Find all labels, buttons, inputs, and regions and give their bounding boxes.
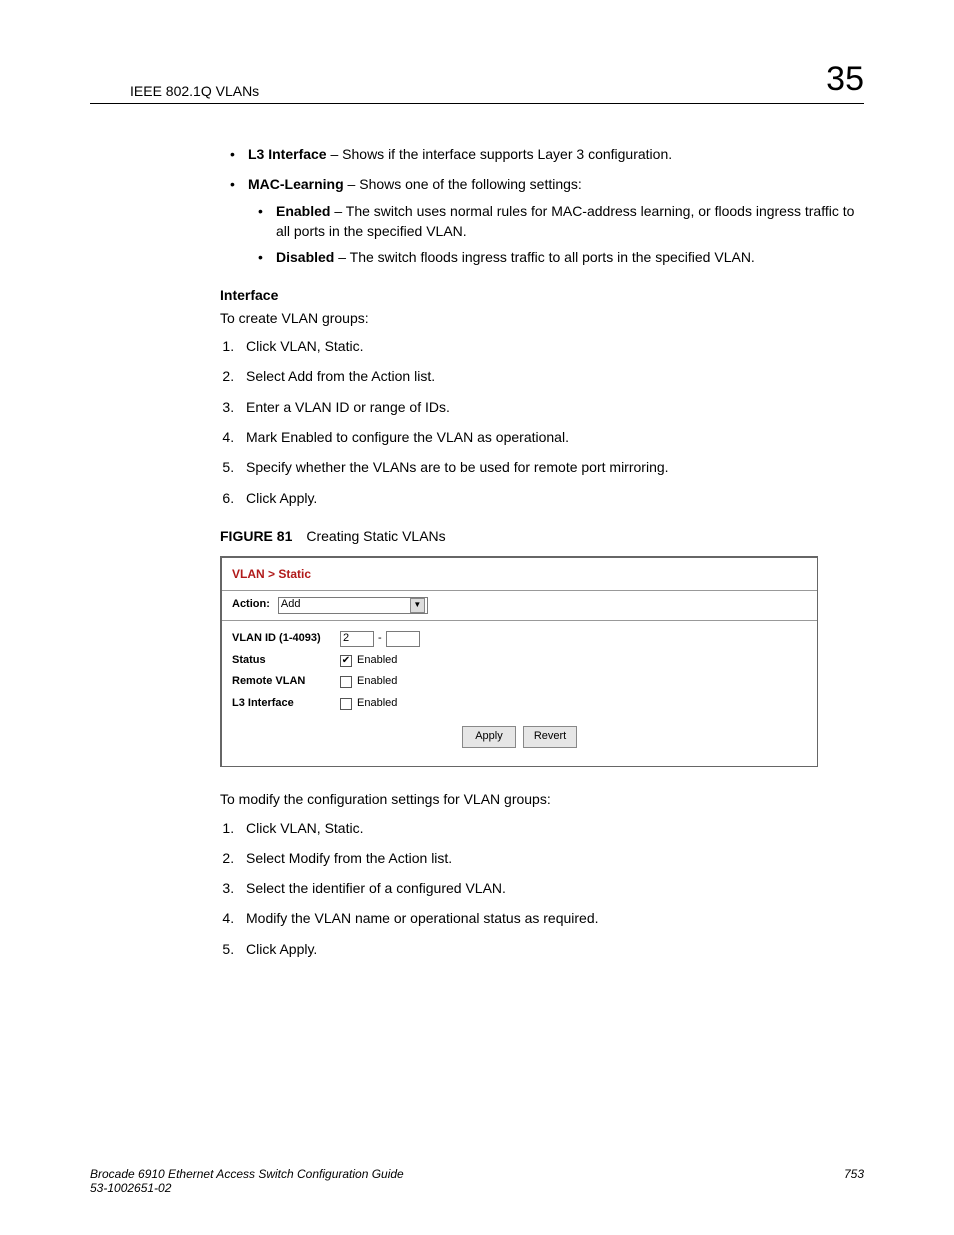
page-footer: Brocade 6910 Ethernet Access Switch Conf… [90, 1167, 864, 1195]
l3-checkbox[interactable] [340, 698, 352, 710]
desc: – Shows one of the following settings: [344, 176, 582, 192]
term: Enabled [276, 203, 330, 219]
page-header: IEEE 802.1Q VLANs 35 [90, 60, 864, 104]
step: Select the identifier of a configured VL… [238, 878, 864, 898]
interface-heading: Interface [220, 285, 864, 305]
figure-number: FIGURE 81 [220, 528, 292, 544]
action-row: Action: Add ▼ [222, 591, 817, 621]
figure-caption: FIGURE 81 Creating Static VLANs [220, 526, 864, 546]
desc: – The switch uses normal rules for MAC-a… [276, 203, 854, 239]
modify-steps: Click VLAN, Static. Select Modify from t… [220, 818, 864, 959]
apply-button[interactable]: Apply [462, 726, 516, 748]
fig-body: VLAN ID (1-4093) 2 - Status ✔ Enabled Re… [222, 621, 817, 767]
term: MAC-Learning [248, 176, 344, 192]
footer-docnum: 53-1002651-02 [90, 1181, 404, 1195]
footer-page: 753 [844, 1167, 864, 1195]
l3-enabled-text: Enabled [357, 696, 397, 712]
interface-intro: To create VLAN groups: [220, 308, 864, 328]
step: Click Apply. [238, 939, 864, 959]
remote-enabled-text: Enabled [357, 674, 397, 690]
list-item: Disabled – The switch floods ingress tra… [248, 247, 864, 267]
chapter-number: 35 [826, 60, 864, 99]
param-list: L3 Interface – Shows if the interface su… [220, 144, 864, 267]
desc: – Shows if the interface supports Layer … [327, 146, 673, 162]
range-dash: - [378, 631, 382, 647]
desc: – The switch floods ingress traffic to a… [334, 249, 754, 265]
term: L3 Interface [248, 146, 327, 162]
step: Modify the VLAN name or operational stat… [238, 908, 864, 928]
l3-label: L3 Interface [232, 696, 340, 712]
list-item: Enabled – The switch uses normal rules f… [248, 201, 864, 242]
remote-vlan-checkbox[interactable] [340, 676, 352, 688]
status-enabled-text: Enabled [357, 653, 397, 669]
list-item: L3 Interface – Shows if the interface su… [220, 144, 864, 164]
status-label: Status [232, 653, 340, 669]
create-steps: Click VLAN, Static. Select Add from the … [220, 336, 864, 508]
step: Enter a VLAN ID or range of IDs. [238, 397, 864, 417]
step: Click VLAN, Static. [238, 818, 864, 838]
step: Select Modify from the Action list. [238, 848, 864, 868]
action-value: Add [281, 597, 301, 613]
footer-book: Brocade 6910 Ethernet Access Switch Conf… [90, 1167, 404, 1181]
term: Disabled [276, 249, 334, 265]
fig-breadcrumb: VLAN > Static [222, 558, 817, 590]
vlan-id-from-input[interactable]: 2 [340, 631, 374, 647]
step: Click VLAN, Static. [238, 336, 864, 356]
list-item: MAC-Learning – Shows one of the followin… [220, 174, 864, 267]
figure-title: Creating Static VLANs [306, 528, 445, 544]
action-select[interactable]: Add ▼ [278, 597, 428, 614]
body-content: L3 Interface – Shows if the interface su… [90, 144, 864, 959]
action-label: Action: [232, 597, 270, 613]
l3-interface-row: L3 Interface Enabled [232, 696, 807, 712]
modify-intro: To modify the configuration settings for… [220, 789, 864, 809]
step: Mark Enabled to configure the VLAN as op… [238, 427, 864, 447]
remote-vlan-row: Remote VLAN Enabled [232, 674, 807, 690]
header-section: IEEE 802.1Q VLANs [90, 83, 259, 99]
step: Select Add from the Action list. [238, 366, 864, 386]
chevron-down-icon: ▼ [410, 598, 425, 613]
status-row: Status ✔ Enabled [232, 653, 807, 669]
fig-buttons: Apply Revert [232, 718, 807, 758]
vlan-id-row: VLAN ID (1-4093) 2 - [232, 631, 807, 647]
remote-vlan-label: Remote VLAN [232, 674, 340, 690]
step: Specify whether the VLANs are to be used… [238, 457, 864, 477]
step: Click Apply. [238, 488, 864, 508]
revert-button[interactable]: Revert [523, 726, 577, 748]
status-checkbox[interactable]: ✔ [340, 655, 352, 667]
vlan-id-label: VLAN ID (1-4093) [232, 631, 340, 647]
figure-screenshot: VLAN > Static Action: Add ▼ VLAN ID (1-4… [220, 556, 818, 767]
sub-list: Enabled – The switch uses normal rules f… [248, 201, 864, 268]
vlan-id-to-input[interactable] [386, 631, 420, 647]
footer-left: Brocade 6910 Ethernet Access Switch Conf… [90, 1167, 404, 1195]
